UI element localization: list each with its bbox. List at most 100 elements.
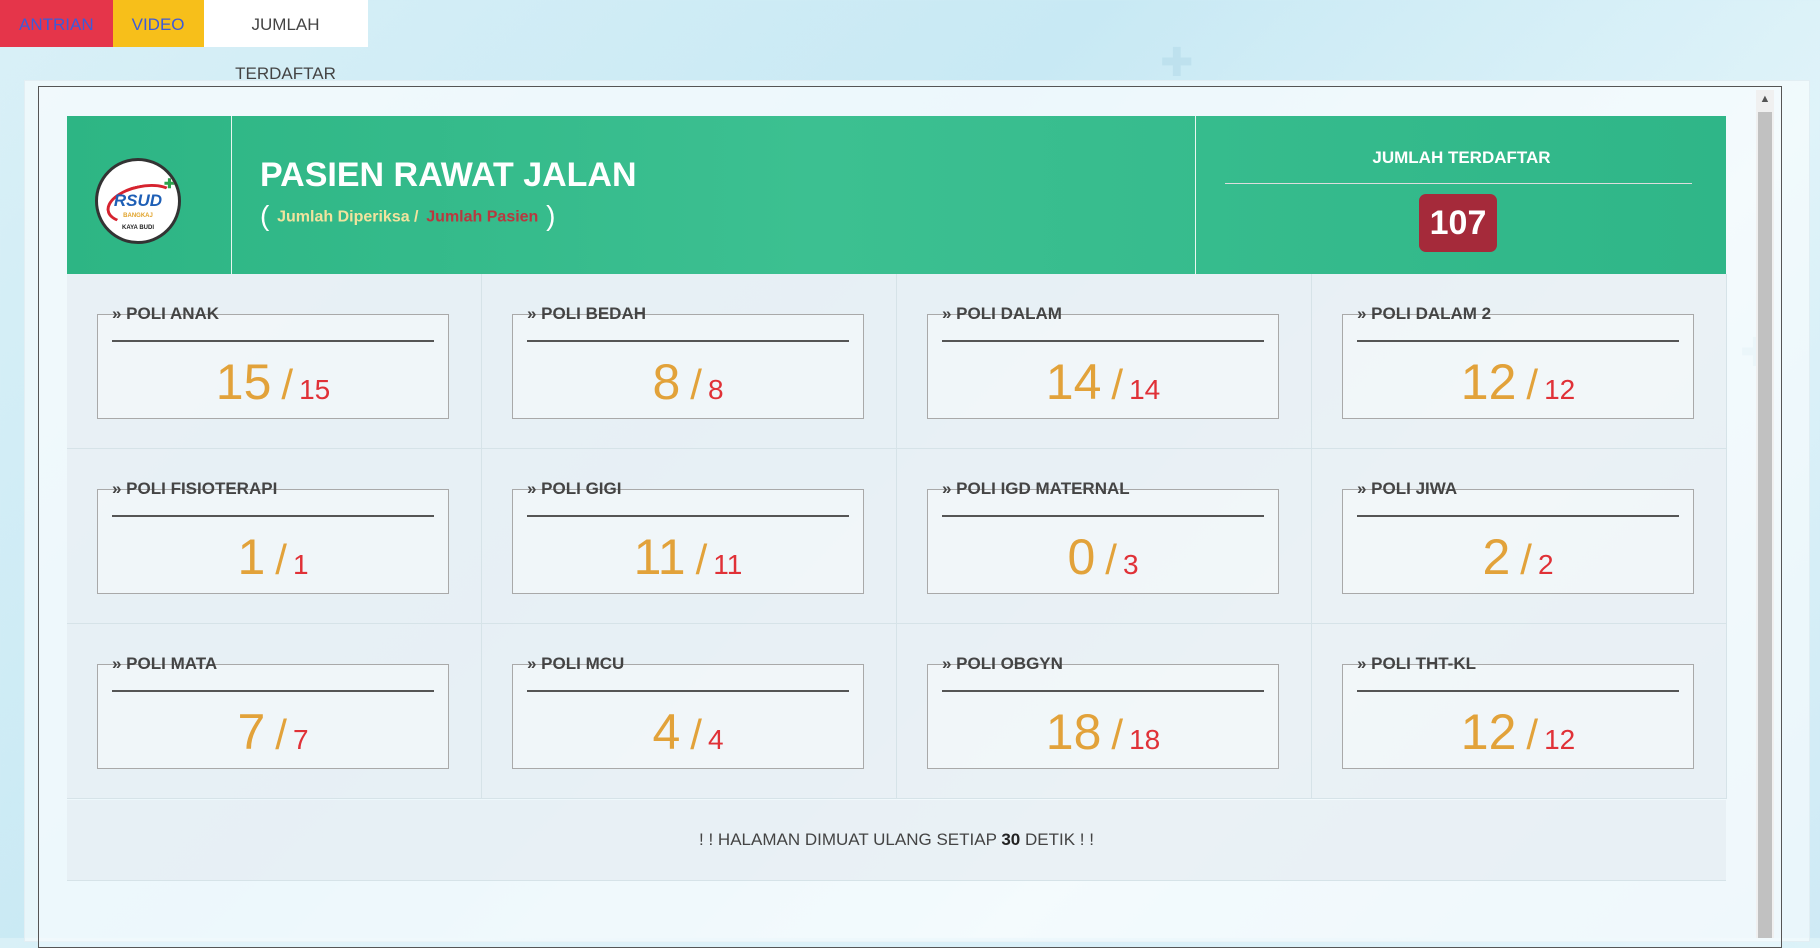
poli-name: » POLI ANAK xyxy=(112,304,220,323)
poli-count: 1/1 xyxy=(98,528,448,586)
poli-count: 14/14 xyxy=(928,353,1278,411)
patient-count: 2 xyxy=(1537,549,1554,580)
logo-cell: ✚ RSUD BANGKAJ KAYA BUDI xyxy=(67,116,232,274)
poli-card: » POLI GIGI 11/11 xyxy=(512,479,864,594)
patient-count: 11 xyxy=(713,549,743,580)
poli-card: » POLI THT-KL 12/12 xyxy=(1342,654,1694,769)
divider xyxy=(112,690,434,692)
divider xyxy=(112,340,434,342)
examined-count: 0 xyxy=(1067,529,1096,585)
poli-card: » POLI FISIOTERAPI 1/1 xyxy=(97,479,449,594)
poli-grid: » POLI ANAK 15/15 » POLI BEDAH 8/8 » POL… xyxy=(67,274,1727,799)
total-registered-label: JUMLAH TERDAFTAR xyxy=(1372,148,1551,167)
count-separator: / xyxy=(1526,361,1539,408)
divider xyxy=(1357,340,1679,342)
poli-name: » POLI BEDAH xyxy=(527,304,647,323)
poli-name: » POLI GIGI xyxy=(527,479,622,498)
count-separator: / xyxy=(1520,536,1532,583)
divider xyxy=(1357,690,1679,692)
examined-count: 11 xyxy=(633,529,686,585)
examined-count: 1 xyxy=(237,529,266,585)
count-separator: / xyxy=(1111,711,1124,758)
patient-count: 1 xyxy=(292,549,309,580)
patient-count: 12 xyxy=(1544,724,1576,755)
count-separator: / xyxy=(275,536,287,583)
logo-bottom-text: KAYA BUDI xyxy=(121,225,154,231)
poli-card: » POLI DALAM 2 12/12 xyxy=(1342,304,1694,419)
examined-count: 12 xyxy=(1460,704,1517,760)
poli-card: » POLI IGD MATERNAL 0/3 xyxy=(927,479,1279,594)
patient-count: 14 xyxy=(1129,374,1161,405)
patient-count: 8 xyxy=(707,374,724,405)
poli-name: » POLI FISIOTERAPI xyxy=(112,479,278,498)
poli-cell: » POLI GIGI 11/11 xyxy=(482,449,897,624)
divider xyxy=(112,515,434,517)
patient-count: 4 xyxy=(707,724,724,755)
divider xyxy=(527,340,849,342)
patient-count: 3 xyxy=(1122,549,1139,580)
poli-name: » POLI MCU xyxy=(527,654,625,673)
poli-card: » POLI BEDAH 8/8 xyxy=(512,304,864,419)
examined-count: 14 xyxy=(1045,354,1102,410)
poli-count: 7/7 xyxy=(98,703,448,761)
examined-count: 12 xyxy=(1460,354,1517,410)
tab-antrian[interactable]: ANTRIAN xyxy=(0,0,113,47)
legend-paren-open: ( xyxy=(260,200,270,231)
poli-cell: » POLI JIWA 2/2 xyxy=(1312,449,1727,624)
poli-cell: » POLI ANAK 15/15 xyxy=(67,274,482,449)
poli-name: » POLI THT-KL xyxy=(1357,654,1476,673)
count-separator: / xyxy=(690,711,702,758)
poli-count: 18/18 xyxy=(928,703,1278,761)
legend-examined: Jumlah Diperiksa / xyxy=(277,208,419,226)
poli-count: 8/8 xyxy=(513,353,863,411)
poli-card: » POLI OBGYN 18/18 xyxy=(927,654,1279,769)
divider xyxy=(527,690,849,692)
count-separator: / xyxy=(1111,361,1124,408)
poli-name: » POLI DALAM xyxy=(942,304,1062,323)
poli-cell: » POLI MATA 7/7 xyxy=(67,624,482,799)
reload-notice-suffix: DETIK ! ! xyxy=(1025,830,1094,849)
examined-count: 15 xyxy=(215,354,272,410)
poli-cell: » POLI BEDAH 8/8 xyxy=(482,274,897,449)
poli-name: » POLI JIWA xyxy=(1357,479,1458,498)
poli-count: 12/12 xyxy=(1343,353,1693,411)
tab-jumlah-terdaftar[interactable]: JUMLAH TERDAFTAR xyxy=(203,0,368,83)
poli-count: 11/11 xyxy=(513,528,863,586)
reload-notice: ! ! HALAMAN DIMUAT ULANG SETIAP 30 DETIK… xyxy=(67,800,1726,881)
divider xyxy=(1357,515,1679,517)
poli-cell: » POLI THT-KL 12/12 xyxy=(1312,624,1727,799)
patient-count: 7 xyxy=(292,724,309,755)
poli-count: 15/15 xyxy=(98,353,448,411)
tab-bar: ANTRIAN VIDEO JUMLAH TERDAFTAR xyxy=(0,0,368,83)
reload-notice-prefix: ! ! HALAMAN DIMUAT ULANG SETIAP xyxy=(699,830,997,849)
examined-count: 8 xyxy=(652,354,681,410)
poli-card: » POLI MCU 4/4 xyxy=(512,654,864,769)
poli-name: » POLI OBGYN xyxy=(942,654,1063,673)
examined-count: 4 xyxy=(652,704,681,760)
poli-name: » POLI DALAM 2 xyxy=(1357,304,1492,323)
divider xyxy=(527,515,849,517)
poli-cell: » POLI DALAM 2 12/12 xyxy=(1312,274,1727,449)
legend-patients: Jumlah Pasien xyxy=(426,208,539,226)
logo-text: RSUD xyxy=(113,191,163,210)
dashboard-header: ✚ RSUD BANGKAJ KAYA BUDI PASIEN RAWAT JA… xyxy=(67,116,1726,274)
patient-count: 12 xyxy=(1544,374,1576,405)
patient-count: 15 xyxy=(299,374,331,405)
poli-card: » POLI MATA 7/7 xyxy=(97,654,449,769)
tab-video[interactable]: VIDEO xyxy=(112,0,204,47)
legend-paren-close: ) xyxy=(546,200,556,231)
poli-cell: » POLI FISIOTERAPI 1/1 xyxy=(67,449,482,624)
poli-name: » POLI MATA xyxy=(112,654,218,673)
divider xyxy=(942,690,1264,692)
poli-count: 12/12 xyxy=(1343,703,1693,761)
scroll-up-arrow-icon[interactable]: ▲ xyxy=(1756,90,1774,108)
scroll-thumb[interactable] xyxy=(1758,112,1772,938)
poli-count: 4/4 xyxy=(513,703,863,761)
poli-name: » POLI IGD MATERNAL xyxy=(942,479,1130,498)
legend: ( Jumlah Diperiksa / Jumlah Pasien ) xyxy=(260,200,555,232)
count-separator: / xyxy=(281,361,294,408)
examined-count: 18 xyxy=(1045,704,1102,760)
poli-card: » POLI ANAK 15/15 xyxy=(97,304,449,419)
logo-cross-icon: ✚ xyxy=(164,176,175,191)
frame-scrollbar[interactable]: ▲ xyxy=(1756,90,1774,938)
